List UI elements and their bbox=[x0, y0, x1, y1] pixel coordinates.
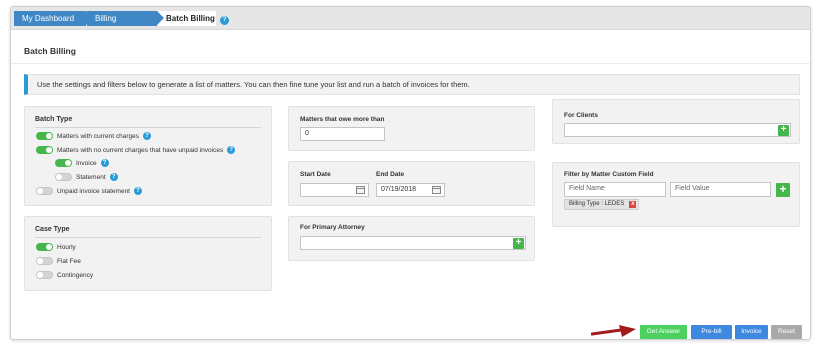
option-label: Flat Fee bbox=[57, 257, 81, 265]
help-icon[interactable]: ? bbox=[100, 159, 109, 167]
breadcrumb-billing-dashboard[interactable]: Billing Dashboard bbox=[87, 11, 164, 38]
reset-button[interactable]: Reset bbox=[771, 325, 802, 339]
info-text: Use the settings and filters below to ge… bbox=[37, 80, 470, 89]
batch-type-panel: Batch Type Matters with current charges … bbox=[24, 106, 272, 206]
add-custom-field-button[interactable]: + bbox=[776, 183, 790, 197]
breadcrumb-arrow bbox=[157, 11, 164, 25]
toggle-switch[interactable] bbox=[55, 159, 72, 167]
start-date-label: Start Date bbox=[300, 171, 331, 178]
end-date-value: 07/19/2018 bbox=[381, 186, 417, 193]
end-date-input[interactable]: 07/19/2018 bbox=[376, 183, 445, 197]
batch-option-unpaid-statement[interactable]: Unpaid invoice statement ? bbox=[36, 187, 142, 195]
option-label: Contingency bbox=[57, 271, 94, 279]
toggle-switch[interactable] bbox=[36, 132, 53, 140]
filter-tag-label: Billing Type : LEDES bbox=[569, 201, 625, 207]
breadcrumb: My Dashboard Billing Dashboard Batch Bil… bbox=[11, 7, 810, 38]
add-client-button[interactable]: + bbox=[778, 125, 789, 136]
end-date-label: End Date bbox=[376, 171, 405, 178]
toggle-switch[interactable] bbox=[55, 173, 72, 181]
for-clients-input[interactable] bbox=[564, 123, 791, 137]
toggle-switch[interactable] bbox=[36, 146, 53, 154]
filter-tag: Billing Type : LEDES x bbox=[564, 199, 640, 210]
breadcrumb-label: Billing Dashboard bbox=[95, 14, 135, 38]
owe-more-input[interactable]: 0 bbox=[300, 127, 385, 141]
breadcrumb-label: Batch Billing bbox=[166, 14, 215, 23]
toggle-switch[interactable] bbox=[36, 243, 53, 251]
option-label: Matters with current charges bbox=[57, 132, 140, 140]
option-label: Matters with no current charges that hav… bbox=[57, 146, 224, 154]
option-label: Unpaid invoice statement bbox=[57, 187, 130, 195]
get-answer-button[interactable]: Get Answer bbox=[640, 325, 687, 339]
breadcrumb-arrow bbox=[86, 11, 93, 25]
help-icon[interactable]: ? bbox=[109, 173, 118, 181]
case-option-contingency[interactable]: Contingency bbox=[36, 271, 93, 279]
option-label: Invoice bbox=[76, 159, 97, 167]
calendar-icon[interactable] bbox=[356, 186, 365, 194]
help-icon[interactable]: ? bbox=[143, 132, 152, 140]
help-icon[interactable]: ? bbox=[220, 16, 229, 25]
divider bbox=[35, 127, 261, 128]
option-label: Statement bbox=[76, 173, 106, 181]
help-icon[interactable]: ? bbox=[227, 146, 236, 154]
add-attorney-button[interactable]: + bbox=[513, 238, 524, 249]
breadcrumb-label: My Dashboard bbox=[22, 14, 75, 23]
primary-attorney-label: For Primary Attorney bbox=[300, 224, 365, 231]
batch-option-unpaid-invoices[interactable]: Matters with no current charges that hav… bbox=[36, 146, 236, 154]
for-clients-panel: For Clients + bbox=[552, 99, 800, 144]
divider bbox=[35, 237, 261, 238]
start-date-input[interactable] bbox=[300, 183, 369, 197]
divider bbox=[11, 63, 810, 64]
toggle-switch[interactable] bbox=[36, 257, 53, 265]
batch-option-current-charges[interactable]: Matters with current charges ? bbox=[36, 132, 152, 140]
owe-more-label: Matters that owe more than bbox=[300, 116, 385, 123]
case-type-title: Case Type bbox=[35, 226, 70, 233]
breadcrumb-batch-billing: Batch Billing bbox=[158, 11, 216, 26]
case-option-flat-fee[interactable]: Flat Fee bbox=[36, 257, 81, 265]
case-type-panel: Case Type Hourly Flat Fee Contingency bbox=[24, 216, 272, 291]
toggle-switch[interactable] bbox=[36, 187, 53, 195]
info-banner: Use the settings and filters below to ge… bbox=[24, 74, 800, 95]
app-window: My Dashboard Billing Dashboard Batch Bil… bbox=[10, 6, 811, 340]
batch-type-title: Batch Type bbox=[35, 116, 73, 123]
option-label: Hourly bbox=[57, 243, 76, 251]
toggle-switch[interactable] bbox=[36, 271, 53, 279]
custom-field-label: Filter by Matter Custom Field bbox=[564, 171, 654, 178]
invoice-button[interactable]: Invoice bbox=[735, 325, 768, 339]
breadcrumb-my-dashboard[interactable]: My Dashboard bbox=[14, 11, 93, 26]
prebill-button[interactable]: Pre-bill bbox=[691, 325, 732, 339]
field-name-input[interactable]: Field Name bbox=[564, 182, 666, 197]
for-clients-label: For Clients bbox=[564, 112, 598, 119]
custom-field-panel: Filter by Matter Custom Field Field Name… bbox=[552, 162, 800, 227]
annotation-arrow-icon bbox=[591, 325, 636, 337]
remove-tag-icon[interactable]: x bbox=[629, 201, 637, 208]
batch-option-invoice[interactable]: Invoice ? bbox=[55, 159, 109, 167]
page-title: Batch Billing bbox=[24, 46, 76, 56]
primary-attorney-input[interactable] bbox=[300, 236, 526, 250]
date-range-panel: Start Date End Date 07/19/2018 bbox=[288, 161, 535, 206]
calendar-icon[interactable] bbox=[432, 186, 441, 194]
case-option-hourly[interactable]: Hourly bbox=[36, 243, 76, 251]
primary-attorney-panel: For Primary Attorney + bbox=[288, 216, 535, 261]
batch-option-statement[interactable]: Statement ? bbox=[55, 173, 118, 181]
owe-more-panel: Matters that owe more than 0 bbox=[288, 106, 535, 151]
help-icon[interactable]: ? bbox=[134, 187, 142, 195]
field-value-input[interactable]: Field Value bbox=[670, 182, 771, 197]
